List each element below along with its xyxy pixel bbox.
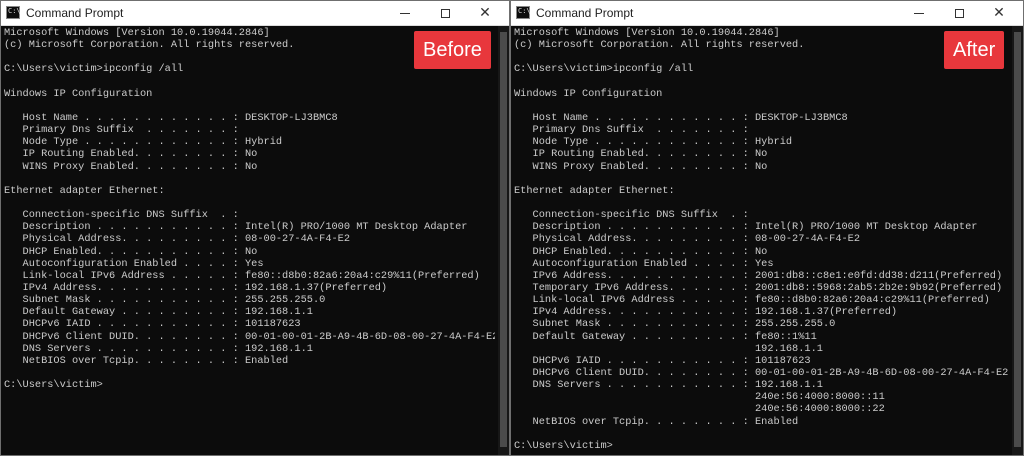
console-line: Ethernet adapter Ethernet: bbox=[4, 184, 165, 197]
console-line: DHCP Enabled. . . . . . . . . . . : No bbox=[514, 245, 768, 258]
console-line: DHCPv6 IAID . . . . . . . . . . . : 1011… bbox=[514, 354, 811, 367]
console-line: Connection-specific DNS Suffix . : bbox=[514, 209, 749, 222]
console-line: Subnet Mask . . . . . . . . . . . : 255.… bbox=[4, 294, 326, 307]
maximize-button[interactable] bbox=[425, 1, 465, 25]
console-line: DHCPv6 Client DUID. . . . . . . . : 00-0… bbox=[4, 330, 495, 343]
console-line: Ethernet adapter Ethernet: bbox=[514, 184, 675, 197]
console-line: Connection-specific DNS Suffix . : bbox=[4, 209, 239, 222]
console-line: Node Type . . . . . . . . . . . . : Hybr… bbox=[4, 136, 283, 149]
console-line: Description . . . . . . . . . . . : Inte… bbox=[514, 221, 978, 234]
console-line: IP Routing Enabled. . . . . . . . : No bbox=[514, 148, 768, 161]
vertical-scrollbar[interactable] bbox=[1012, 26, 1023, 455]
cmd-icon: C:\ bbox=[516, 6, 531, 19]
console-line: 240e:56:4000:8000::22 bbox=[514, 403, 885, 416]
console-line: Autoconfiguration Enabled . . . . : Yes bbox=[514, 257, 774, 270]
minimize-icon bbox=[914, 12, 924, 14]
console-line: C:\Users\victim> bbox=[4, 379, 103, 392]
console-line: (c) Microsoft Corporation. All rights re… bbox=[514, 39, 805, 52]
console-line: Link-local IPv6 Address . . . . . : fe80… bbox=[4, 269, 480, 282]
console-line: Primary Dns Suffix . . . . . . . : bbox=[4, 124, 239, 137]
console-line: Description . . . . . . . . . . . : Inte… bbox=[4, 221, 468, 234]
console-line: IP Routing Enabled. . . . . . . . : No bbox=[4, 148, 258, 161]
console-line: Default Gateway . . . . . . . . . : fe80… bbox=[514, 330, 817, 343]
console-line: DNS Servers . . . . . . . . . . . : 192.… bbox=[4, 342, 313, 355]
console-line: WINS Proxy Enabled. . . . . . . . : No bbox=[4, 160, 258, 173]
console-line: NetBIOS over Tcpip. . . . . . . . : Enab… bbox=[514, 415, 799, 428]
title-bar[interactable]: C:\ Command Prompt ✕ bbox=[1, 1, 509, 26]
console-line: Autoconfiguration Enabled . . . . : Yes bbox=[4, 257, 264, 270]
console-line: DHCPv6 IAID . . . . . . . . . . . : 1011… bbox=[4, 318, 301, 331]
console-line: IPv4 Address. . . . . . . . . . . : 192.… bbox=[4, 281, 388, 294]
console-line: Temporary IPv6 Address. . . . . . : 2001… bbox=[514, 281, 1003, 294]
window-title: Command Prompt bbox=[26, 6, 124, 20]
console-line: Physical Address. . . . . . . . . : 08-0… bbox=[514, 233, 861, 246]
console-line: Host Name . . . . . . . . . . . . : DESK… bbox=[4, 111, 338, 124]
console-line: Subnet Mask . . . . . . . . . . . : 255.… bbox=[514, 318, 836, 331]
close-button[interactable]: ✕ bbox=[465, 1, 505, 25]
close-icon: ✕ bbox=[479, 5, 491, 21]
console-line: Primary Dns Suffix . . . . . . . : bbox=[514, 124, 749, 137]
console-line: Default Gateway . . . . . . . . . : 192.… bbox=[4, 306, 313, 319]
maximize-button[interactable] bbox=[939, 1, 979, 25]
window-title: Command Prompt bbox=[536, 6, 634, 20]
console-output[interactable]: Microsoft Windows [Version 10.0.19044.28… bbox=[4, 27, 495, 455]
scrollbar-thumb[interactable] bbox=[500, 32, 507, 447]
console-line: Windows IP Configuration bbox=[4, 87, 153, 100]
vertical-scrollbar[interactable] bbox=[498, 26, 509, 455]
close-icon: ✕ bbox=[993, 5, 1005, 21]
console-line: WINS Proxy Enabled. . . . . . . . : No bbox=[514, 160, 768, 173]
console-line: 240e:56:4000:8000::11 bbox=[514, 391, 885, 404]
console-line: C:\Users\victim>ipconfig /all bbox=[514, 63, 694, 76]
console-line: Windows IP Configuration bbox=[514, 87, 663, 100]
before-badge: Before bbox=[414, 31, 491, 69]
minimize-icon bbox=[400, 12, 410, 14]
console-line: Microsoft Windows [Version 10.0.19044.28… bbox=[514, 27, 780, 39]
console-line: 192.168.1.1 bbox=[514, 342, 823, 355]
minimize-button[interactable] bbox=[385, 1, 425, 25]
console-line: IPv4 Address. . . . . . . . . . . : 192.… bbox=[514, 306, 898, 319]
console-line: Physical Address. . . . . . . . . : 08-0… bbox=[4, 233, 351, 246]
after-badge: After bbox=[944, 31, 1005, 69]
minimize-button[interactable] bbox=[899, 1, 939, 25]
close-button[interactable]: ✕ bbox=[979, 1, 1019, 25]
title-bar[interactable]: C:\ Command Prompt ✕ bbox=[511, 1, 1023, 26]
console-line: Link-local IPv6 Address . . . . . : fe80… bbox=[514, 294, 990, 307]
console-line: NetBIOS over Tcpip. . . . . . . . : Enab… bbox=[4, 354, 289, 367]
maximize-icon bbox=[440, 8, 450, 18]
console-output[interactable]: Microsoft Windows [Version 10.0.19044.28… bbox=[514, 27, 1009, 455]
console-line: DHCP Enabled. . . . . . . . . . . : No bbox=[4, 245, 258, 258]
scrollbar-thumb[interactable] bbox=[1014, 32, 1021, 447]
console-line: DNS Servers . . . . . . . . . . . : 192.… bbox=[514, 379, 823, 392]
console-line: Node Type . . . . . . . . . . . . : Hybr… bbox=[514, 136, 793, 149]
console-line: C:\Users\victim> bbox=[514, 439, 613, 452]
console-line: Host Name . . . . . . . . . . . . : DESK… bbox=[514, 111, 848, 124]
maximize-icon bbox=[954, 8, 964, 18]
console-line: DHCPv6 Client DUID. . . . . . . . : 00-0… bbox=[514, 366, 1009, 379]
console-line: IPv6 Address. . . . . . . . . . . : 2001… bbox=[514, 269, 1003, 282]
cmd-icon: C:\ bbox=[6, 6, 21, 19]
